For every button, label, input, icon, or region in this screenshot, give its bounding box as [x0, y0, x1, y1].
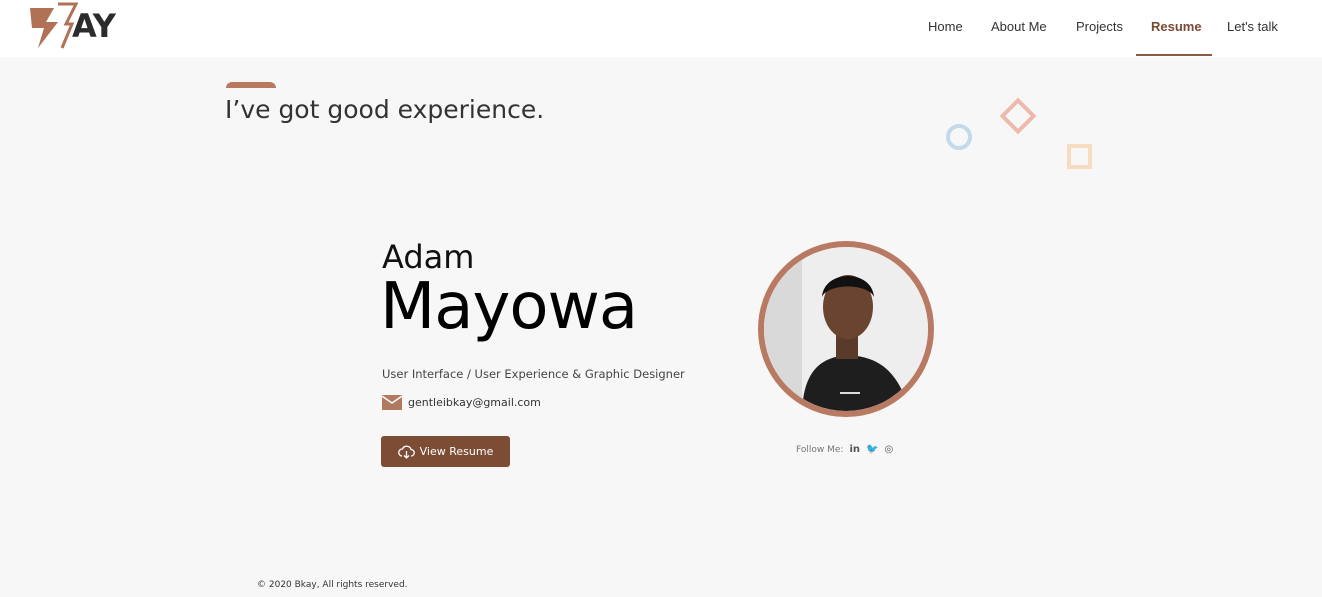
follow-label: Follow Me:: [796, 444, 844, 455]
nav-projects[interactable]: Projects: [1076, 19, 1123, 34]
decorative-diamond-icon: [999, 97, 1037, 135]
nav-home[interactable]: Home: [928, 19, 963, 34]
view-resume-label: View Resume: [419, 445, 494, 458]
brand-logo[interactable]: AY: [28, 0, 128, 52]
nav-resume[interactable]: Resume: [1151, 19, 1202, 34]
nav-about-me[interactable]: About Me: [991, 19, 1047, 34]
linkedin-icon[interactable]: in: [849, 444, 860, 455]
decorative-square-icon: [1067, 144, 1092, 169]
mail-icon: [382, 395, 402, 410]
profile-photo: [758, 241, 934, 417]
bolt-logo-icon: [30, 2, 79, 49]
twitter-icon[interactable]: 🐦: [866, 444, 878, 455]
decorative-circle-icon: [946, 124, 972, 150]
page-headline: I’ve got good experience.: [225, 95, 545, 124]
nav-lets-talk[interactable]: Let's talk: [1227, 19, 1278, 34]
logo-text: AY: [72, 7, 116, 45]
footer-copyright: © 2020 Bkay, All rights reserved.: [257, 580, 408, 590]
active-nav-indicator: [1136, 54, 1212, 56]
cloud-download-icon: [397, 445, 415, 459]
site-header: AY Home About Me Projects Resume Let's t…: [0, 0, 1322, 57]
view-resume-button[interactable]: View Resume: [381, 436, 510, 467]
person-avatar-icon: [764, 247, 928, 411]
headline-accent-bar: [226, 82, 276, 88]
social-follow: Follow Me: in 🐦 ◎: [796, 444, 893, 455]
instagram-icon[interactable]: ◎: [884, 444, 893, 455]
email-address[interactable]: gentleibkay@gmail.com: [408, 396, 541, 409]
job-title: User Interface / User Experience & Graph…: [382, 367, 685, 381]
last-name: Mayowa: [380, 270, 638, 344]
